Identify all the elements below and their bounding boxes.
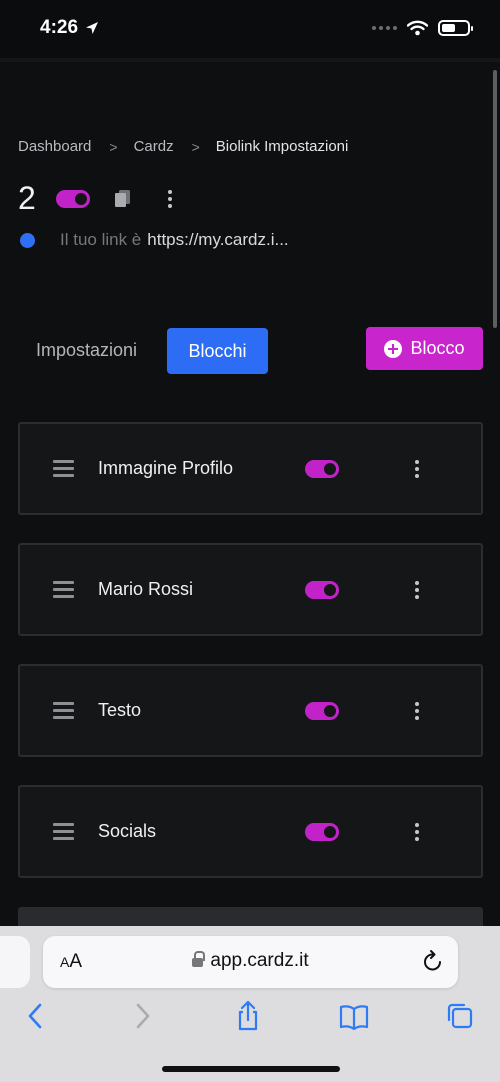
clock-text: 4:26	[40, 17, 79, 38]
breadcrumb-separator: >	[109, 138, 118, 155]
block-enabled-toggle[interactable]	[305, 702, 339, 720]
url-display[interactable]: app.cardz.it	[43, 950, 458, 972]
block-card[interactable]: Socials	[18, 785, 483, 878]
wifi-icon	[407, 20, 428, 36]
add-block-button[interactable]: Blocco	[366, 327, 483, 370]
share-icon[interactable]	[234, 1000, 262, 1032]
block-title: Socials	[98, 821, 157, 841]
link-enabled-toggle[interactable]	[55, 189, 90, 208]
block-options-kebab-icon[interactable]	[411, 460, 423, 478]
link-header: 2	[18, 180, 176, 217]
page-scrollbar[interactable]	[493, 70, 497, 328]
drag-handle-icon[interactable]	[53, 702, 74, 719]
block-title: Testo	[98, 700, 142, 720]
home-indicator[interactable]	[162, 1066, 340, 1072]
copy-icon[interactable]	[114, 189, 132, 209]
block-title: Mario Rossi	[98, 579, 194, 599]
block-options-kebab-icon[interactable]	[411, 702, 423, 720]
link-url[interactable]: https://my.cardz.i...	[147, 230, 288, 250]
header-divider	[0, 58, 500, 62]
block-title: Immagine Profilo	[98, 458, 234, 478]
status-indicators	[372, 20, 473, 36]
battery-icon	[438, 20, 473, 36]
block-options-kebab-icon[interactable]	[411, 823, 423, 841]
block-enabled-toggle[interactable]	[305, 460, 339, 478]
tab-blocks[interactable]: Blocchi	[167, 328, 268, 374]
drag-handle-icon[interactable]	[53, 581, 74, 598]
status-bar: 4:26	[0, 0, 500, 58]
url-text: app.cardz.it	[210, 950, 309, 971]
block-card[interactable]: Immagine Profilo	[18, 422, 483, 515]
link-id: 2	[18, 180, 36, 216]
breadcrumb-cardz[interactable]: Cardz	[134, 138, 174, 155]
forward-icon[interactable]	[134, 1000, 152, 1032]
address-bar[interactable]: AA app.cardz.it	[43, 936, 458, 988]
reload-icon[interactable]	[422, 949, 444, 973]
block-enabled-toggle[interactable]	[305, 823, 339, 841]
breadcrumb-dashboard[interactable]: Dashboard	[18, 138, 91, 155]
block-enabled-toggle[interactable]	[305, 581, 339, 599]
breadcrumb-separator: >	[191, 138, 200, 155]
tabs-icon[interactable]	[445, 1000, 475, 1032]
block-options-kebab-icon[interactable]	[411, 581, 423, 599]
browser-nav	[0, 1000, 500, 1036]
status-time: 4:26	[40, 17, 100, 39]
cellular-signal-icon	[372, 26, 397, 30]
link-url-row: Il tuo link è https://my.cardz.i...	[20, 230, 289, 250]
status-dot	[20, 232, 35, 248]
previous-tab-edge[interactable]	[0, 936, 30, 988]
bookmarks-icon[interactable]	[338, 1000, 370, 1032]
link-prefix: Il tuo link è	[60, 230, 142, 249]
block-card[interactable]: Testo	[18, 664, 483, 757]
drag-handle-icon[interactable]	[53, 460, 74, 477]
block-card[interactable]: Mario Rossi	[18, 543, 483, 636]
add-block-label: Blocco	[410, 338, 465, 358]
back-icon[interactable]	[26, 1000, 44, 1032]
plus-circle-icon	[384, 339, 403, 358]
location-arrow-icon	[86, 22, 99, 34]
drag-handle-icon[interactable]	[53, 823, 74, 840]
tab-settings[interactable]: Impostazioni	[36, 340, 137, 361]
link-options-kebab-icon[interactable]	[164, 189, 176, 208]
lock-icon	[192, 951, 206, 969]
breadcrumb-current: Biolink Impostazioni	[215, 138, 349, 155]
breadcrumb: Dashboard > Cardz > Biolink Impostazioni	[18, 138, 348, 155]
